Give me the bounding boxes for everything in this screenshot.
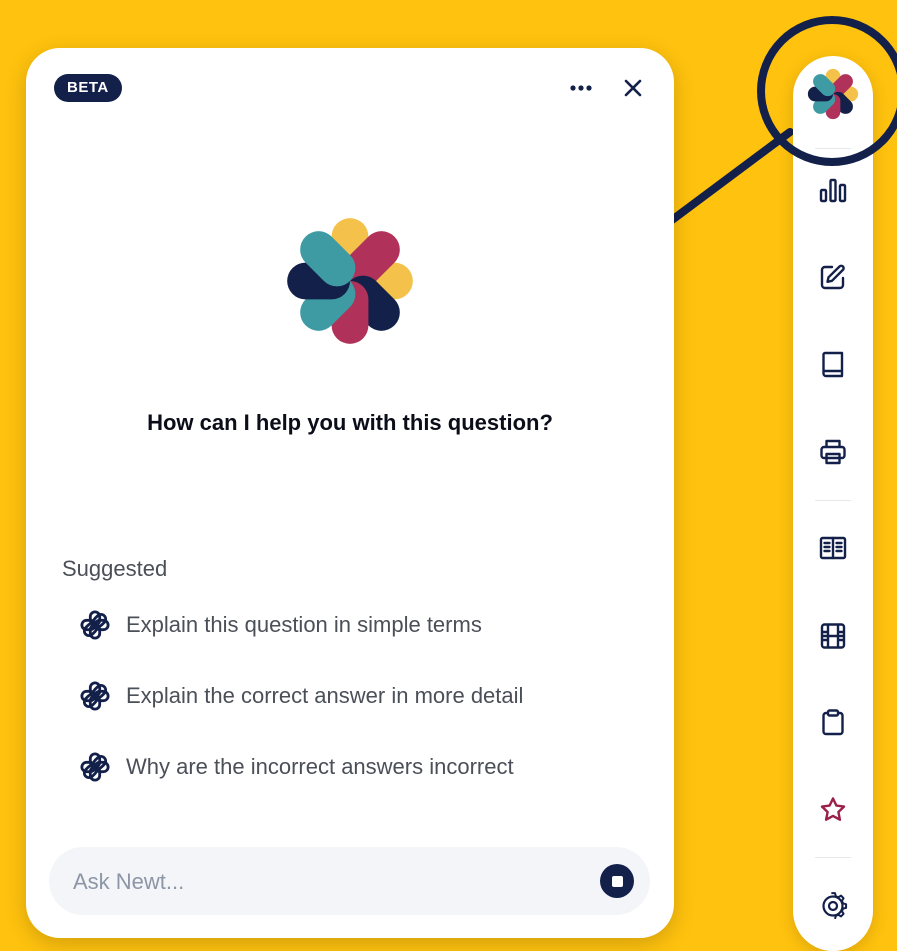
toolbar-stats-button[interactable] bbox=[793, 160, 873, 220]
newt-chat-panel: BETA How can I help you with this questi… bbox=[26, 48, 674, 938]
star-icon bbox=[820, 797, 846, 821]
toolbar-clipboard-button[interactable] bbox=[793, 692, 873, 752]
toolbar-newt-button[interactable] bbox=[793, 64, 873, 124]
film-icon bbox=[820, 623, 846, 649]
close-button[interactable] bbox=[615, 70, 651, 106]
printer-icon bbox=[820, 439, 846, 465]
suggestion-text: Why are the incorrect answers incorrect bbox=[126, 754, 514, 779]
edit-icon bbox=[820, 264, 845, 290]
toolbar-settings-button[interactable] bbox=[793, 876, 873, 936]
beta-badge: BETA bbox=[54, 74, 122, 102]
toolbar-book-button[interactable] bbox=[793, 334, 873, 394]
more-options-button[interactable] bbox=[563, 70, 599, 106]
clipboard-icon bbox=[822, 709, 844, 736]
suggestion-text: Explain the correct answer in more detai… bbox=[126, 683, 524, 708]
close-icon bbox=[624, 79, 642, 97]
more-horizontal-icon bbox=[570, 85, 592, 91]
newt-outline-icon bbox=[80, 610, 110, 640]
newt-logo bbox=[287, 218, 413, 344]
reader-icon bbox=[819, 536, 847, 560]
toolbar-print-button[interactable] bbox=[793, 422, 873, 482]
toolbar-video-button[interactable] bbox=[793, 606, 873, 666]
suggested-heading: Suggested bbox=[62, 556, 168, 581]
newt-outline-icon bbox=[80, 752, 110, 782]
settings-icon bbox=[822, 892, 848, 920]
toolbar-divider bbox=[815, 500, 851, 501]
help-headline: How can I help you with this question? bbox=[147, 410, 553, 435]
toolbar-reader-button[interactable] bbox=[793, 518, 873, 578]
ask-input[interactable] bbox=[71, 847, 575, 917]
book-icon bbox=[822, 351, 844, 378]
suggestion-list: Explain this question in simple terms Ex… bbox=[80, 603, 523, 816]
ask-bar bbox=[49, 847, 650, 917]
side-toolbar bbox=[793, 56, 873, 951]
newt-outline-icon bbox=[80, 681, 110, 711]
newt-logo-icon bbox=[807, 68, 859, 120]
toolbar-divider bbox=[815, 148, 851, 149]
toolbar-divider bbox=[815, 857, 851, 858]
toolbar-notes-button[interactable] bbox=[793, 247, 873, 307]
bar-chart-icon bbox=[819, 178, 847, 203]
stop-icon bbox=[611, 875, 623, 887]
suggestion-item[interactable]: Explain the correct answer in more detai… bbox=[80, 674, 523, 718]
toolbar-favorite-button[interactable] bbox=[793, 780, 873, 840]
suggestion-item[interactable]: Explain this question in simple terms bbox=[80, 603, 523, 647]
suggestion-item[interactable]: Why are the incorrect answers incorrect bbox=[80, 745, 523, 789]
suggestion-text: Explain this question in simple terms bbox=[126, 612, 482, 637]
stop-button[interactable] bbox=[600, 864, 634, 898]
